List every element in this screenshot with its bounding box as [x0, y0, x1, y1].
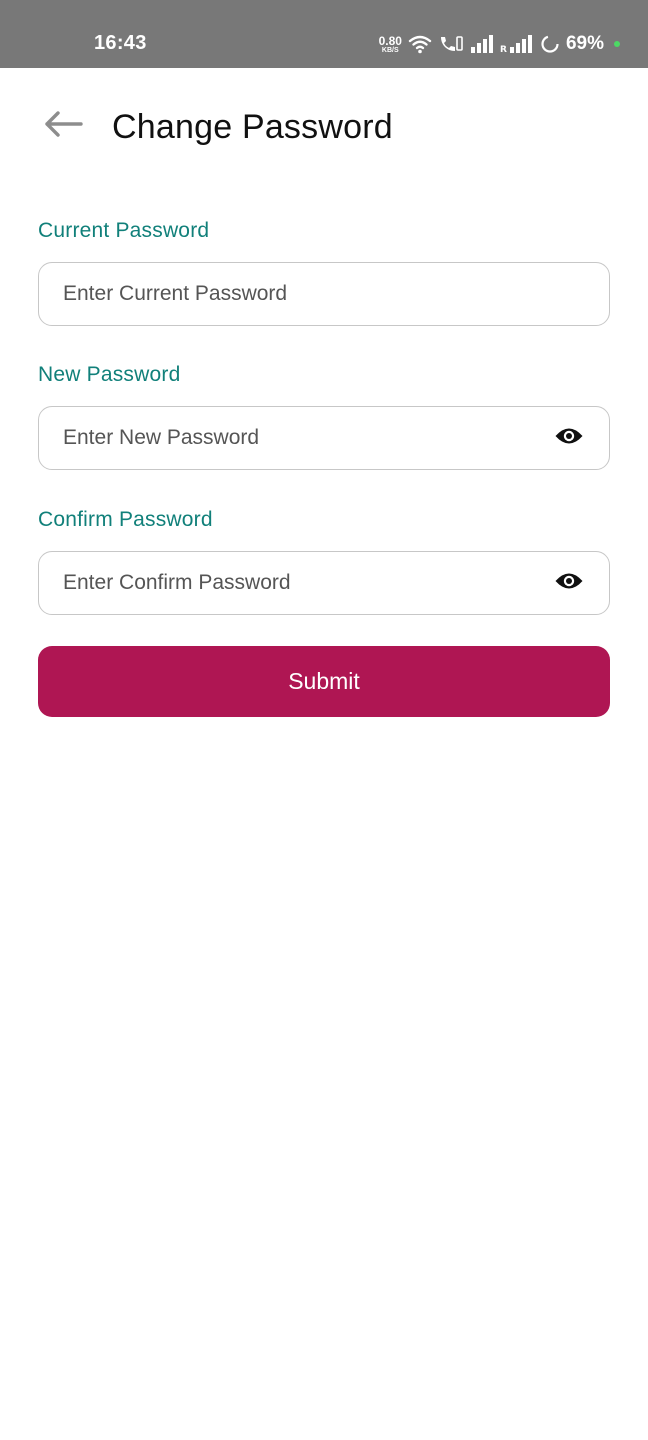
- battery-percent: 69%: [565, 33, 604, 54]
- current-password-field-box: [38, 262, 610, 326]
- notification-dot: [614, 41, 620, 47]
- signal-icon: [470, 35, 494, 53]
- current-password-input[interactable]: [63, 263, 543, 325]
- eye-icon: [554, 570, 584, 597]
- eye-icon: [554, 425, 584, 452]
- new-password-label: New Password: [38, 363, 181, 386]
- current-password-label: Current Password: [38, 219, 210, 242]
- confirm-password-visibility-toggle[interactable]: [553, 569, 585, 597]
- page-title: Change Password: [112, 108, 393, 146]
- new-password-field-box: [38, 406, 610, 470]
- vowifi-call-icon: [438, 34, 464, 54]
- new-password-visibility-toggle[interactable]: [553, 424, 585, 452]
- arrow-left-icon: [43, 110, 83, 143]
- submit-button[interactable]: Submit: [38, 646, 610, 717]
- confirm-password-field-box: [38, 551, 610, 615]
- battery-ring-icon: [540, 34, 560, 54]
- back-button[interactable]: [40, 106, 86, 146]
- new-password-input[interactable]: [63, 407, 543, 469]
- confirm-password-input[interactable]: [63, 552, 543, 614]
- status-icons: 0.80 KB/S R 69%: [379, 30, 620, 58]
- status-time: 16:43: [94, 32, 147, 54]
- app-bar: Change Password: [0, 68, 648, 188]
- roaming-signal-icon: R: [500, 35, 534, 53]
- network-speed: 0.80 KB/S: [379, 35, 402, 54]
- status-bar: 16:43 0.80 KB/S R 69%: [0, 0, 648, 68]
- wifi-icon: [408, 34, 432, 54]
- confirm-password-label: Confirm Password: [38, 508, 213, 531]
- network-speed-value: 0.80: [378, 33, 402, 48]
- svg-text:R: R: [500, 45, 507, 53]
- network-speed-unit: KB/S: [381, 46, 399, 54]
